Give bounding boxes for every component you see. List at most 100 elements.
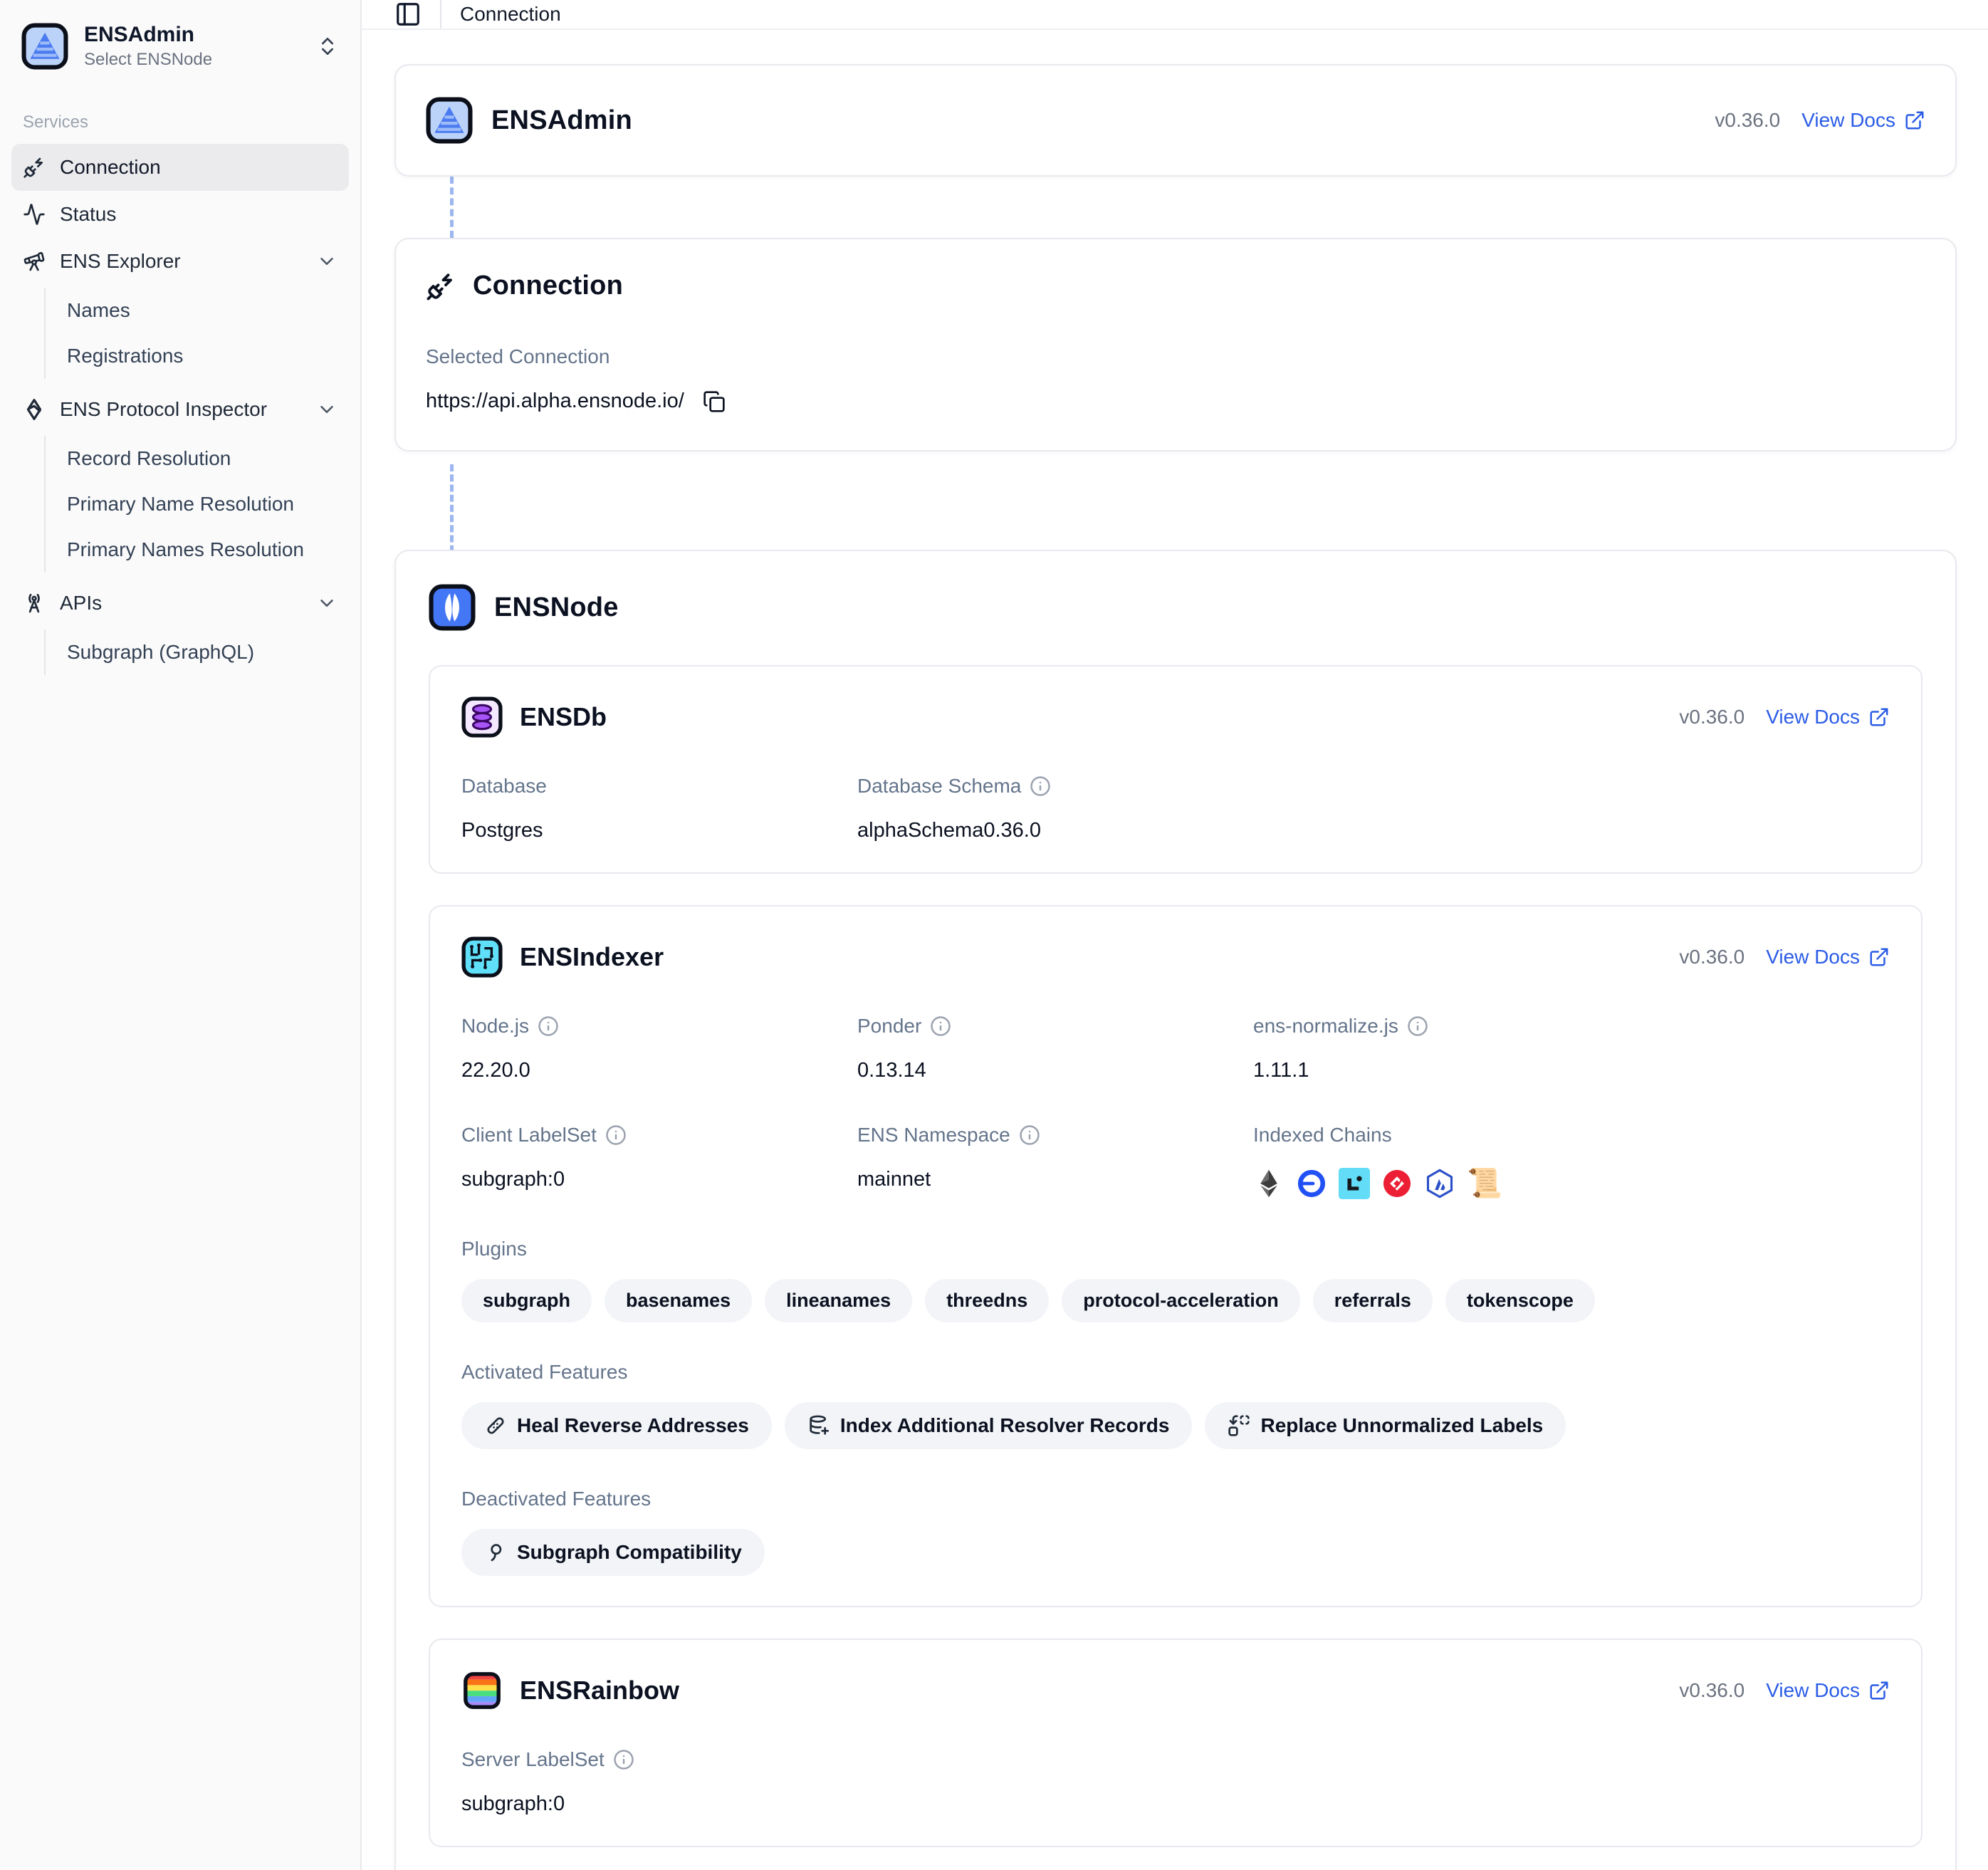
sidebar-item-record-resolution[interactable]: Record Resolution — [48, 436, 349, 481]
version-badge: v0.36.0 — [1679, 946, 1744, 968]
ethereum-chain-icon — [1253, 1168, 1285, 1199]
chevrons-up-down-icon — [316, 35, 339, 58]
feature-chip: Replace Unnormalized Labels — [1205, 1402, 1566, 1449]
connector-line — [450, 177, 454, 238]
activated-features-block: Activated Features Heal Reverse Addresse… — [461, 1361, 1890, 1449]
field-client-labelset: Client LabelSet subgraph:0 — [461, 1124, 857, 1199]
chevron-down-icon — [316, 399, 338, 420]
sidebar-item-label: ENS Explorer — [60, 250, 181, 273]
plug-zap-icon — [23, 156, 46, 179]
feature-chip: Heal Reverse Addresses — [461, 1402, 772, 1449]
optimism-chain-icon — [1381, 1168, 1413, 1199]
plugins-block: Plugins subgraph basenames lineanames th… — [461, 1238, 1890, 1322]
feature-chip: Index Additional Resolver Records — [785, 1402, 1193, 1449]
plugin-chip: lineanames — [765, 1279, 912, 1322]
sidebar-item-subgraph-graphql[interactable]: Subgraph (GraphQL) — [48, 630, 349, 675]
sidebar-item-primary-names-resolution[interactable]: Primary Names Resolution — [48, 527, 349, 573]
info-icon[interactable] — [1030, 775, 1051, 797]
card-title: ENSIndexer — [520, 942, 664, 972]
sidebar-nav: Connection Status ENS Explorer — [11, 144, 349, 675]
activity-icon — [23, 203, 46, 226]
selected-connection-label: Selected Connection — [426, 345, 1925, 368]
plugin-chip: protocol-acceleration — [1062, 1279, 1300, 1322]
deactivated-features-label: Deactivated Features — [461, 1488, 1890, 1510]
sidebar-item-registrations[interactable]: Registrations — [48, 333, 349, 379]
sidebar-item-status[interactable]: Status — [11, 191, 349, 238]
card-title: ENSRainbow — [520, 1676, 679, 1706]
view-docs-link[interactable]: View Docs — [1766, 946, 1890, 968]
external-link-icon — [1904, 110, 1925, 131]
sidebar-item-connection[interactable]: Connection — [11, 144, 349, 191]
topbar-divider — [440, 0, 441, 28]
info-icon[interactable] — [613, 1749, 634, 1770]
main-column: Connection ENSAdmin v0.36. — [362, 0, 1988, 1870]
view-docs-link[interactable]: View Docs — [1766, 1679, 1890, 1702]
plug-zap-icon — [426, 271, 456, 301]
app-name: ENSAdmin — [84, 23, 300, 47]
ensindexer-logo-icon — [461, 936, 503, 978]
copy-icon[interactable] — [703, 390, 726, 413]
sidebar-item-names[interactable]: Names — [48, 288, 349, 333]
ensnode-selector[interactable]: ENSAdmin Select ENSNode — [11, 10, 349, 83]
field-ens-normalize: ens-normalize.js 1.11.1 — [1253, 1015, 1890, 1082]
connection-url: https://api.alpha.ensnode.io/ — [426, 390, 684, 413]
external-link-icon — [1868, 1680, 1890, 1701]
ensadmin-logo-icon — [21, 23, 68, 70]
info-icon[interactable] — [538, 1015, 559, 1037]
ensdb-logo-icon — [461, 696, 503, 738]
ensadmin-card: ENSAdmin v0.36.0 View Docs — [394, 64, 1957, 177]
sidebar-item-apis[interactable]: APIs — [11, 580, 349, 627]
card-title: ENSNode — [494, 592, 619, 623]
indexed-chains-row: 📜 — [1253, 1168, 1890, 1199]
ensdb-card: ENSDb v0.36.0 View Docs — [429, 665, 1922, 874]
version-badge: v0.36.0 — [1715, 109, 1780, 132]
radio-tower-icon — [23, 592, 46, 615]
sidebar-item-label: APIs — [60, 592, 102, 615]
breadcrumb: Connection — [460, 3, 561, 26]
info-icon[interactable] — [1019, 1124, 1040, 1146]
ens-mark-icon — [23, 398, 46, 421]
main-content: ENSAdmin v0.36.0 View Docs — [362, 30, 1988, 1870]
field-database-schema: Database Schema alphaSchema0.36.0 — [857, 775, 1890, 842]
version-badge: v0.36.0 — [1679, 706, 1744, 728]
sidebar-item-label: Connection — [60, 156, 161, 179]
ensadmin-logo-icon — [426, 97, 473, 144]
card-title: Connection — [473, 271, 623, 301]
view-docs-link[interactable]: View Docs — [1766, 706, 1890, 728]
info-icon[interactable] — [930, 1015, 951, 1037]
field-nodejs: Node.js 22.20.0 — [461, 1015, 857, 1082]
plugin-chip: basenames — [605, 1279, 752, 1322]
telescope-icon — [23, 250, 46, 273]
linea-chain-icon — [1339, 1168, 1370, 1199]
ensnode-logo-icon — [429, 584, 476, 631]
chevron-down-icon — [316, 592, 338, 614]
card-title: ENSAdmin — [491, 105, 632, 136]
field-ponder: Ponder 0.13.14 — [857, 1015, 1253, 1082]
sidebar-toggle-icon[interactable] — [394, 1, 422, 28]
database-plus-icon — [807, 1414, 830, 1437]
activated-features-label: Activated Features — [461, 1361, 1890, 1384]
connector-line — [450, 464, 454, 563]
info-icon[interactable] — [605, 1124, 627, 1146]
plugins-chip-row: subgraph basenames lineanames threedns p… — [461, 1279, 1890, 1322]
ens-explorer-subitems: Names Registrations — [44, 288, 349, 379]
field-server-labelset: Server LabelSet subgraph:0 — [461, 1748, 1890, 1816]
version-badge: v0.36.0 — [1679, 1679, 1744, 1702]
plugin-chip: tokenscope — [1445, 1279, 1595, 1322]
plugin-chip: threedns — [925, 1279, 1049, 1322]
feature-chip: Subgraph Compatibility — [461, 1529, 765, 1576]
view-docs-link[interactable]: View Docs — [1801, 109, 1925, 132]
field-ens-namespace: ENS Namespace mainnet — [857, 1124, 1253, 1199]
sidebar-item-primary-name-resolution[interactable]: Primary Name Resolution — [48, 481, 349, 527]
external-link-icon — [1868, 706, 1890, 728]
base-chain-icon — [1296, 1168, 1327, 1199]
topbar: Connection — [362, 0, 1988, 30]
ensindexer-card: ENSIndexer v0.36.0 View Docs — [429, 905, 1922, 1607]
plugins-label: Plugins — [461, 1238, 1890, 1260]
info-icon[interactable] — [1407, 1015, 1428, 1037]
sidebar-item-ens-protocol-inspector[interactable]: ENS Protocol Inspector — [11, 386, 349, 433]
sidebar-item-label: ENS Protocol Inspector — [60, 398, 267, 421]
plugin-chip: subgraph — [461, 1279, 592, 1322]
ensadmin-app: ENSAdmin Select ENSNode Services Connect… — [0, 0, 1988, 1870]
sidebar-item-ens-explorer[interactable]: ENS Explorer — [11, 238, 349, 285]
